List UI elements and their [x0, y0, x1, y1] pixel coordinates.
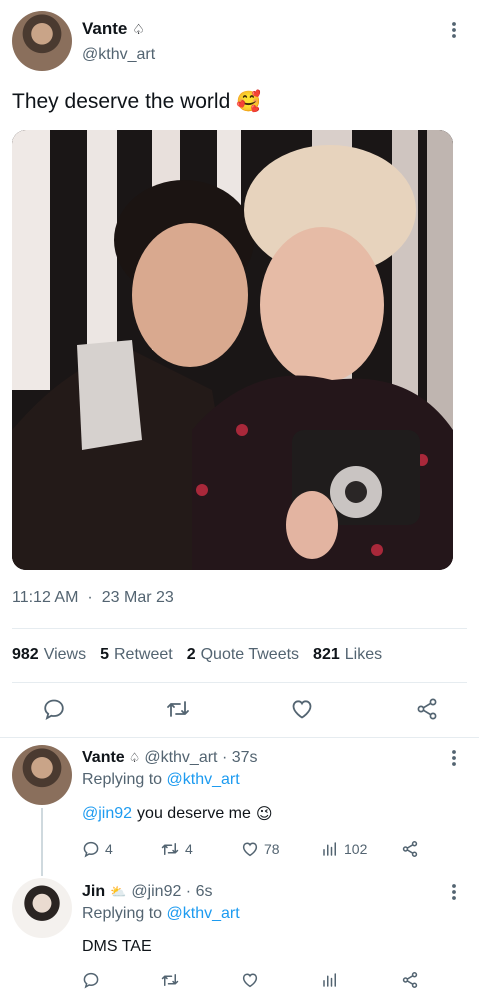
likes-count[interactable]: 821 — [313, 646, 340, 664]
spade-badge-icon: ♤ — [128, 750, 141, 765]
replying-to-handle[interactable]: @kthv_art — [167, 905, 240, 922]
views-icon[interactable] — [321, 840, 339, 858]
author-handle[interactable]: @kthv_art — [82, 46, 155, 64]
like-icon[interactable] — [241, 840, 259, 858]
reply-author-name[interactable]: Jin — [82, 883, 105, 901]
retweet-count: 4 — [185, 841, 193, 857]
mention-link[interactable]: @jin92 — [82, 805, 132, 823]
like-count: 78 — [264, 841, 280, 857]
quote-label[interactable]: Quote Tweets — [201, 646, 299, 664]
views-label: Views — [43, 646, 87, 663]
share-icon[interactable] — [401, 971, 419, 989]
reply-handle-time[interactable]: @kthv_art · 37s — [144, 749, 257, 767]
photo-image — [12, 130, 453, 570]
reply-icon[interactable] — [42, 697, 66, 721]
retweet-icon[interactable] — [165, 697, 191, 721]
retweet-icon[interactable] — [160, 971, 180, 989]
like-icon[interactable] — [290, 697, 314, 721]
replying-to-handle[interactable]: @kthv_art — [167, 771, 240, 788]
retweet-icon[interactable] — [160, 840, 180, 858]
more-options-icon[interactable] — [449, 20, 459, 40]
sun-cloud-badge-icon: ⛅ — [110, 884, 127, 899]
retweet-count[interactable]: 5 — [100, 646, 109, 664]
divider — [12, 682, 467, 683]
reply-avatar[interactable] — [12, 878, 72, 938]
more-options-icon[interactable] — [449, 882, 459, 902]
replying-to-label: Replying to — [82, 771, 163, 788]
share-icon[interactable] — [415, 697, 439, 721]
reply-handle-time[interactable]: @jin92 · 6s — [131, 883, 212, 901]
tweet-time[interactable]: 11:12 AM — [12, 589, 78, 607]
thread-line — [41, 808, 43, 876]
view-count: 102 — [344, 841, 368, 857]
reply-count: 4 — [105, 841, 113, 857]
smiling-hearts-emoji: 🥰 — [236, 91, 262, 113]
spade-badge-icon: ♤ — [132, 21, 145, 37]
quote-count[interactable]: 2 — [187, 646, 196, 664]
tweet-date[interactable]: 23 Mar 23 — [102, 589, 174, 607]
tweet-photo[interactable] — [12, 130, 453, 570]
reply-text: DMS TAE — [82, 938, 152, 955]
time-date-separator: · — [87, 589, 93, 606]
reply-avatar[interactable] — [12, 745, 72, 805]
reply-icon[interactable] — [82, 840, 100, 858]
reply-text: you deserve me — [137, 805, 251, 822]
retweet-label[interactable]: Retweet — [114, 646, 173, 664]
wink-emoji: 😉 — [255, 806, 273, 823]
likes-label[interactable]: Likes — [345, 646, 382, 664]
share-icon[interactable] — [401, 840, 419, 858]
reply-author-name[interactable]: Vante — [82, 749, 125, 767]
replying-to-label: Replying to — [82, 905, 163, 922]
views-icon[interactable] — [321, 971, 339, 989]
more-options-icon[interactable] — [449, 748, 459, 768]
author-avatar[interactable] — [12, 11, 72, 71]
reply-icon[interactable] — [82, 971, 100, 989]
divider — [12, 628, 467, 629]
like-icon[interactable] — [241, 971, 259, 989]
author-name[interactable]: Vante — [82, 19, 127, 39]
tweet-text: They deserve the world — [12, 89, 231, 113]
views-count: 982 — [12, 646, 39, 663]
divider — [0, 737, 479, 738]
